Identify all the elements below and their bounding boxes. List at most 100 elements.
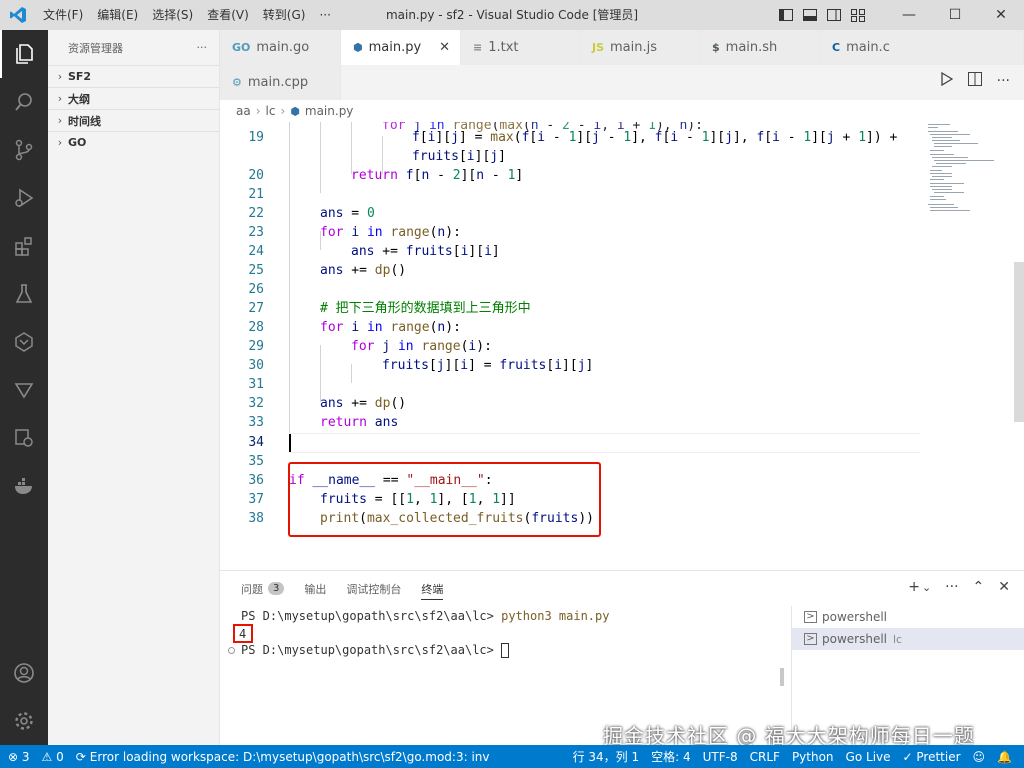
source-control-icon[interactable]	[0, 126, 48, 174]
customize-layout-icon[interactable]	[850, 7, 866, 23]
testing-icon[interactable]	[0, 270, 48, 318]
code-line: 33 return ans	[248, 415, 399, 430]
tab-main-cpp[interactable]: ⚙ main.cpp	[220, 65, 341, 100]
chevron-right-icon: ›	[57, 70, 63, 83]
workspace-error-message[interactable]: Error loading workspace: D:\mysetup\gopa…	[90, 750, 490, 764]
new-terminal-button[interactable]: +	[908, 579, 920, 595]
python-file-icon: ⬢	[290, 104, 300, 118]
terminal-line: PS D:\mysetup\gopath\src\sf2\aa\lc> pyth…	[241, 609, 610, 623]
explorer-sidebar: 资源管理器 ··· › SF2 › 大纲 › 时间线 › GO	[48, 30, 220, 745]
tab-1-txt[interactable]: ≡ 1.txt	[461, 30, 580, 65]
tab-main-c[interactable]: Cmain.c	[820, 30, 1024, 65]
remote-settings-icon[interactable]	[0, 414, 48, 462]
menu-more[interactable]: ···	[312, 0, 337, 30]
panel-more-button[interactable]: ···	[945, 579, 958, 595]
python-file-icon: ⬢	[353, 41, 363, 54]
code-line: 19 f[i][j] = max(f[i - 1][j - 1], f[i - 1…	[248, 130, 898, 145]
circle-icon	[228, 647, 235, 654]
editor-scrollbar[interactable]	[1014, 262, 1024, 422]
explorer-more-button[interactable]: ···	[197, 41, 208, 54]
cursor-position[interactable]: 行 34，列 1	[573, 748, 640, 765]
tab-debug-console[interactable]: 调试控制台	[346, 571, 401, 606]
explorer-icon[interactable]	[0, 30, 48, 78]
section-outline[interactable]: › 大纲	[48, 87, 219, 109]
code-line: 25 ans += dp()	[248, 263, 407, 278]
code-line: 32 ans += dp()	[248, 396, 407, 411]
tab-problems[interactable]: 问题 3	[241, 571, 285, 606]
section-go[interactable]: › GO	[48, 131, 219, 153]
close-window-button[interactable]: ✕	[978, 0, 1024, 30]
menu-bar: 文件(F) 编辑(E) 选择(S) 查看(V) 转到(G) ···	[36, 0, 338, 30]
terminal-scrollbar[interactable]	[780, 668, 784, 686]
run-debug-icon[interactable]	[0, 174, 48, 222]
menu-go[interactable]: 转到(G)	[256, 0, 313, 30]
docker-icon[interactable]	[0, 462, 48, 510]
split-editor-icon[interactable]	[967, 71, 983, 91]
toggle-sidebar-icon[interactable]	[778, 7, 794, 23]
code-line: 29 for j in range(i):	[248, 339, 492, 354]
accounts-icon[interactable]	[0, 649, 48, 697]
chevron-right-icon: ›	[57, 114, 63, 127]
tab-main-sh[interactable]: $ main.sh	[700, 30, 820, 65]
cpp-file-icon: ⚙	[232, 76, 242, 89]
menu-selection[interactable]: 选择(S)	[145, 0, 200, 30]
toggle-secondary-sidebar-icon[interactable]	[826, 7, 842, 23]
tab-output[interactable]: 输出	[304, 571, 326, 606]
close-tab-icon[interactable]: ✕	[439, 40, 450, 55]
code-editor[interactable]: for j in range(max(n - 2 - i, i + 1), n)…	[220, 122, 1024, 570]
close-panel-button[interactable]: ✕	[998, 579, 1010, 595]
activity-bar	[0, 30, 48, 745]
maximize-panel-button[interactable]: ⌃	[973, 579, 985, 595]
code-line: 24 ans += fruits[i][i]	[248, 244, 500, 259]
extensions-icon[interactable]	[0, 222, 48, 270]
explorer-title: 资源管理器	[68, 41, 123, 55]
problems-count-badge: 3	[268, 582, 285, 595]
minimize-button[interactable]: —	[886, 0, 932, 30]
menu-edit[interactable]: 编辑(E)	[90, 0, 145, 30]
language-mode[interactable]: Python	[792, 750, 834, 764]
errors-indicator[interactable]: ⊗ 3	[8, 750, 30, 764]
chevron-right-icon: ›	[57, 92, 63, 105]
code-line: 28 for i in range(n):	[248, 320, 461, 335]
indentation[interactable]: 空格: 4	[651, 748, 691, 765]
terminal-cursor	[501, 643, 510, 658]
warnings-indicator[interactable]: ⚠ 0	[42, 750, 64, 764]
tab-main-js[interactable]: JS main.js	[580, 30, 700, 65]
encoding[interactable]: UTF-8	[703, 750, 738, 764]
section-sf2[interactable]: › SF2	[48, 65, 219, 87]
feedback-icon[interactable]: ☺	[973, 750, 986, 764]
code-line: 31	[248, 377, 264, 392]
terminal-dropdown-icon[interactable]: ⌄	[922, 581, 931, 594]
go-live-button[interactable]: Go Live	[846, 750, 891, 764]
breadcrumb-lc[interactable]: lc	[266, 104, 276, 118]
menu-file[interactable]: 文件(F)	[36, 0, 90, 30]
notifications-bell-icon[interactable]: 🔔	[997, 750, 1012, 764]
sync-icon: ⟳	[75, 749, 86, 764]
terminal-icon: >	[804, 611, 817, 623]
toggle-panel-icon[interactable]	[802, 7, 818, 23]
section-timeline[interactable]: › 时间线	[48, 109, 219, 131]
more-actions-icon[interactable]: ···	[997, 73, 1010, 89]
text-cursor	[289, 434, 291, 452]
line-endings[interactable]: CRLF	[750, 750, 780, 764]
run-file-icon[interactable]	[939, 71, 953, 90]
gitlens-icon[interactable]	[0, 366, 48, 414]
highlight-box-output	[233, 624, 253, 643]
prettier-status[interactable]: ✓ Prettier	[903, 750, 961, 764]
tab-terminal[interactable]: 终端	[421, 571, 444, 606]
tab-main-go[interactable]: GO main.go	[220, 30, 341, 65]
menu-view[interactable]: 查看(V)	[200, 0, 256, 30]
maximize-button[interactable]: ☐	[932, 0, 978, 30]
terminal-item[interactable]: > powershell lc	[792, 628, 1024, 650]
remote-explorer-icon[interactable]	[0, 318, 48, 366]
code-line: 34	[248, 435, 264, 450]
breadcrumb-file[interactable]: main.py	[305, 104, 354, 118]
search-icon[interactable]	[0, 78, 48, 126]
terminal-item[interactable]: > powershell	[792, 606, 1024, 628]
manage-gear-icon[interactable]	[0, 697, 48, 745]
tab-main-py[interactable]: ⬢ main.py ✕	[341, 30, 461, 65]
breadcrumb-aa[interactable]: aa	[236, 104, 251, 118]
minimap[interactable]	[920, 122, 1010, 570]
code-line: 30 fruits[j][i] = fruits[i][j]	[248, 358, 594, 373]
code-line: 21	[248, 187, 264, 202]
